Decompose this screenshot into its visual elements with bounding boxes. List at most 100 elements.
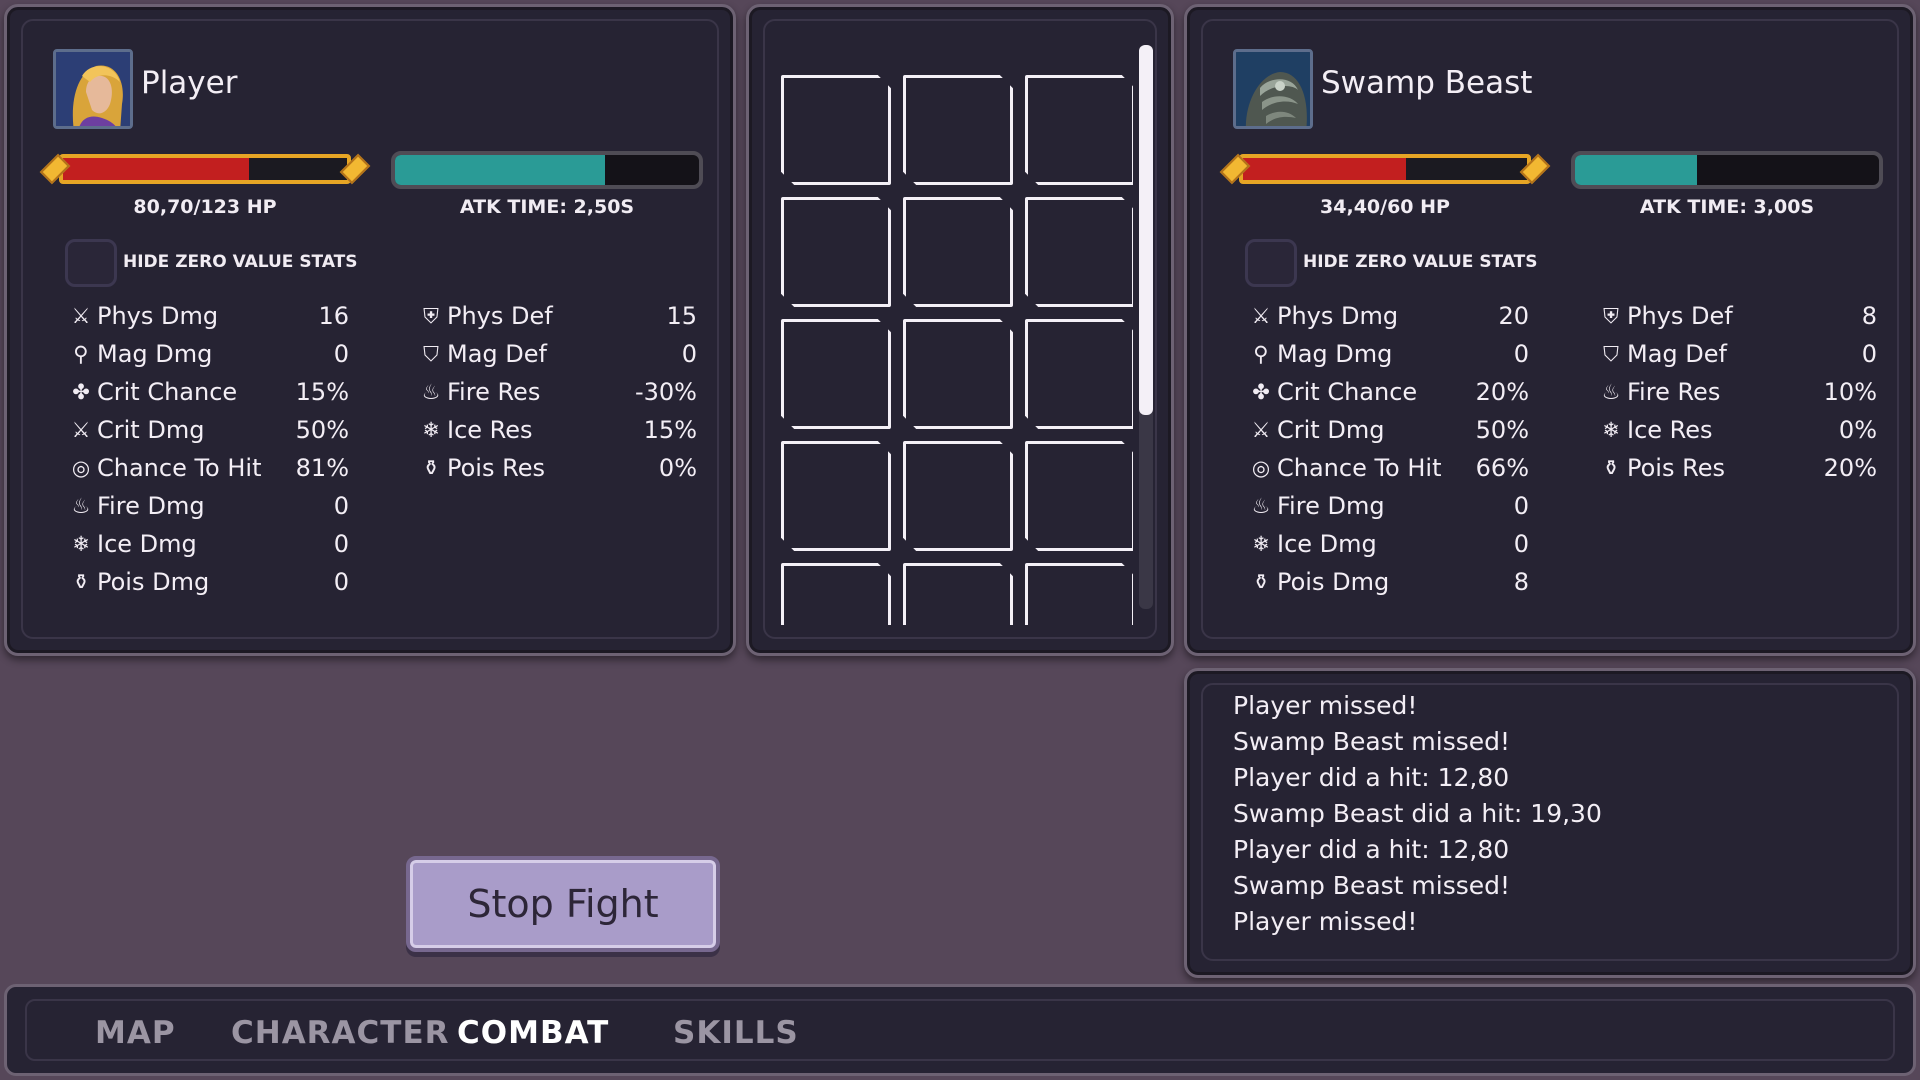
enemy-hp-fill: [1243, 158, 1406, 180]
inventory-slot[interactable]: [781, 319, 891, 429]
stat-value: 16: [318, 302, 349, 330]
stat-value: 10%: [1823, 378, 1877, 406]
magic-shield-icon: ⛉: [423, 342, 439, 366]
inventory-slot[interactable]: [781, 75, 891, 185]
inventory-slot[interactable]: [781, 197, 891, 307]
stat-value: 20: [1498, 302, 1529, 330]
stat-value: 0: [681, 340, 697, 368]
stat-value: 20%: [1823, 454, 1877, 482]
stat-row: ✤ Crit Chance 20%: [1249, 373, 1529, 411]
inventory-slot[interactable]: [781, 563, 891, 625]
clover-icon: ✤: [72, 380, 90, 404]
nav-tab-combat[interactable]: COMBAT: [457, 1015, 609, 1051]
combat-log-line: Player missed!: [1233, 691, 1418, 720]
inventory-slot[interactable]: [903, 441, 1013, 551]
stat-value: 15%: [295, 378, 349, 406]
stat-row: ⚱ Pois Dmg 8: [1249, 563, 1529, 601]
stat-row: ⚔ Phys Dmg 16: [69, 297, 349, 335]
enemy-hide-zero-checkbox[interactable]: [1245, 239, 1297, 287]
inventory-slot[interactable]: [1025, 197, 1133, 307]
target-icon: ◎: [71, 456, 91, 480]
stat-row: ⚱ Pois Dmg 0: [69, 563, 349, 601]
combat-log-panel: Player missed! Swamp Beast missed! Player …: [1184, 668, 1916, 978]
enemy-attack-timer-bar: [1571, 151, 1883, 189]
stat-name: Pois Res: [447, 454, 545, 482]
stat-row: ♨ Fire Dmg 0: [1249, 487, 1529, 525]
player-hide-zero-label: HIDE ZERO VALUE STATS: [123, 252, 358, 272]
inventory-slot[interactable]: [903, 75, 1013, 185]
stat-row: ◎ Chance To Hit 66%: [1249, 449, 1529, 487]
stat-name: Fire Res: [1627, 378, 1721, 406]
inventory-slot[interactable]: [1025, 319, 1133, 429]
combat-log-line: Player did a hit: 12,80: [1233, 763, 1510, 792]
player-attack-timer-bar: [391, 151, 703, 189]
combat-log-line: Swamp Beast did a hit: 19,30: [1233, 799, 1602, 828]
inventory-scrollbar[interactable]: [1139, 45, 1153, 609]
nav-tab-character[interactable]: CHARACTER: [231, 1015, 450, 1051]
stat-row: ⛨ Phys Def 8: [1599, 297, 1877, 335]
magic-shield-icon: ⛉: [1603, 342, 1619, 366]
stat-name: Mag Dmg: [97, 340, 213, 368]
player-hide-zero-checkbox[interactable]: [65, 239, 117, 287]
stat-value: 15: [666, 302, 697, 330]
magic-wand-icon: ⚲: [73, 342, 89, 366]
stat-value: 50%: [1475, 416, 1529, 444]
inventory-slot[interactable]: [1025, 441, 1133, 551]
stat-row: ◎ Chance To Hit 81%: [69, 449, 349, 487]
inventory-slot[interactable]: [1025, 75, 1133, 185]
stat-name: Pois Dmg: [1277, 568, 1390, 596]
stat-row: ⚱ Pois Res 0%: [419, 449, 697, 487]
player-defense-stats: ⛨ Phys Def 15 ⛉ Mag Def 0 ♨ Fire Res -30% ❄ Ice Re…: [419, 297, 697, 487]
stat-row: ♨ Fire Dmg 0: [69, 487, 349, 525]
stat-value: -30%: [634, 378, 697, 406]
shield-icon: ⛨: [423, 304, 439, 328]
enemy-stats-panel: Swamp Beast 34,40/60 HP ATK TIME: 3,00S …: [1184, 4, 1916, 656]
snowflake-icon: ❄: [72, 532, 90, 556]
swords-icon: ⚔: [71, 304, 91, 328]
stat-name: Ice Dmg: [1277, 530, 1377, 558]
combat-log-line: Player missed!: [1233, 907, 1418, 936]
stat-name: Mag Def: [1627, 340, 1727, 368]
stat-name: Chance To Hit: [1277, 454, 1442, 482]
inventory-scrollbar-thumb[interactable]: [1139, 45, 1153, 415]
stat-value: 0: [1513, 340, 1529, 368]
inventory-slot[interactable]: [1025, 563, 1133, 625]
stat-name: Chance To Hit: [97, 454, 262, 482]
shield-icon: ⛨: [1603, 304, 1619, 328]
stat-name: Fire Dmg: [1277, 492, 1385, 520]
combat-log-line: Swamp Beast missed!: [1233, 871, 1511, 900]
stat-value: 0: [333, 568, 349, 596]
flame-icon: ♨: [421, 380, 441, 404]
enemy-attack-time-text: ATK TIME: 3,00S: [1639, 196, 1815, 218]
inventory-slot[interactable]: [781, 441, 891, 551]
stat-name: Ice Res: [447, 416, 533, 444]
stat-value: 0%: [658, 454, 697, 482]
dagger-icon: ⚔: [71, 418, 91, 442]
stat-name: Crit Dmg: [97, 416, 205, 444]
dagger-icon: ⚔: [1251, 418, 1271, 442]
stat-name: Phys Def: [1627, 302, 1733, 330]
stat-name: Crit Chance: [1277, 378, 1418, 406]
stop-fight-button[interactable]: Stop Fight: [406, 856, 720, 952]
clover-icon: ✤: [1252, 380, 1270, 404]
swords-icon: ⚔: [1251, 304, 1271, 328]
stat-name: Fire Res: [447, 378, 541, 406]
flame-icon: ♨: [71, 494, 91, 518]
stat-row: ⛨ Phys Def 15: [419, 297, 697, 335]
nav-tab-map[interactable]: MAP: [95, 1015, 176, 1051]
stat-name: Phys Def: [447, 302, 553, 330]
inventory-slot[interactable]: [903, 563, 1013, 625]
inventory-slot[interactable]: [903, 319, 1013, 429]
stat-row: ⚔ Phys Dmg 20: [1249, 297, 1529, 335]
stat-value: 81%: [295, 454, 349, 482]
stat-value: 8: [1861, 302, 1877, 330]
stat-name: Fire Dmg: [97, 492, 205, 520]
snowflake-icon: ❄: [1252, 532, 1270, 556]
enemy-defense-stats: ⛨ Phys Def 8 ⛉ Mag Def 0 ♨ Fire Res 10% ❄ Ice Res 0…: [1599, 297, 1877, 487]
player-name: Player: [141, 65, 238, 101]
player-portrait-icon: [53, 49, 133, 129]
stat-row: ⚲ Mag Dmg 0: [69, 335, 349, 373]
enemy-hp-text: 34,40/60 HP: [1320, 196, 1450, 218]
inventory-slot[interactable]: [903, 197, 1013, 307]
nav-tab-skills[interactable]: SKILLS: [673, 1015, 799, 1051]
